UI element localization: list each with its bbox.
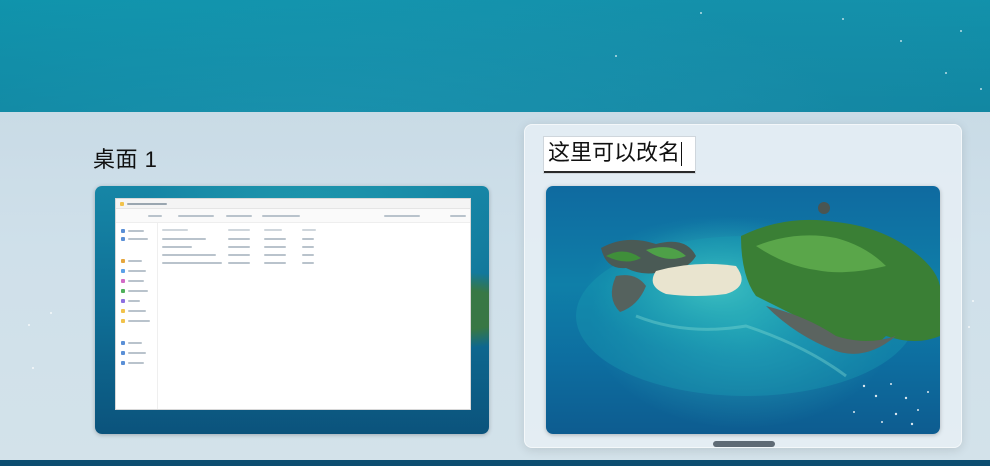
scroll-indicator[interactable]	[713, 441, 775, 447]
desktop-2-name-text: 这里可以改名	[548, 141, 681, 166]
island-illustration	[576, 202, 940, 426]
desktop-1-thumbnail[interactable]	[95, 186, 489, 434]
desktop-2-rename-input[interactable]: 这里可以改名	[543, 136, 696, 174]
text-caret	[681, 142, 683, 166]
window-sidebar	[116, 223, 158, 409]
desktop-2-thumbnail[interactable]	[546, 186, 940, 434]
window-toolbar	[116, 209, 470, 223]
desktop-1-title[interactable]: 桌面 1	[93, 142, 157, 174]
file-explorer-window-preview	[115, 198, 471, 410]
window-titlebar	[116, 199, 470, 209]
